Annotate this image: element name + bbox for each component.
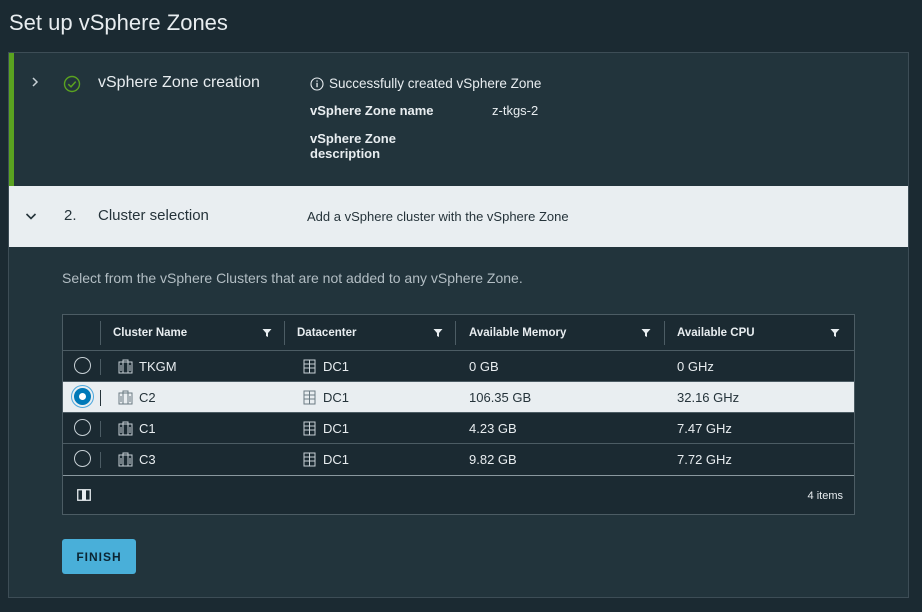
memory-cell: 0 GB	[469, 359, 499, 374]
row-separator	[100, 359, 101, 375]
row-radio[interactable]	[74, 450, 91, 467]
memory-cell: 9.82 GB	[469, 452, 517, 467]
cluster-name: C3	[139, 452, 156, 467]
cluster-cell: C2	[118, 382, 156, 413]
cpu-cell: 0 GHz	[677, 359, 714, 374]
cluster-cell: C1	[118, 413, 156, 444]
filter-icon[interactable]	[641, 328, 651, 338]
cluster-icon	[118, 421, 133, 436]
cluster-cell: TKGM	[118, 351, 177, 382]
row-radio[interactable]	[74, 357, 91, 374]
grid-header: Cluster Name Datacenter Available Memory…	[63, 315, 854, 351]
status-text: Successfully created vSphere Zone	[329, 76, 542, 91]
cluster-name: C2	[139, 390, 156, 405]
chevron-right-icon[interactable]	[30, 77, 40, 87]
instructions-text: Select from the vSphere Clusters that ar…	[62, 270, 523, 286]
wizard: vSphere Zone creation Successfully creat…	[8, 52, 909, 598]
table-row[interactable]: C1 DC1 4.23 GB 7.47 GHz	[63, 413, 854, 444]
datacenter-icon	[303, 359, 316, 374]
row-radio[interactable]	[74, 388, 91, 405]
grid-footer: 4 items	[63, 475, 854, 514]
column-separator	[100, 321, 101, 345]
datacenter-cell: DC1	[302, 351, 349, 382]
column-header-datacenter[interactable]: Datacenter	[297, 315, 356, 350]
filter-icon[interactable]	[433, 328, 443, 338]
datacenter-cell: DC1	[302, 413, 349, 444]
table-row[interactable]: TKGM DC1 0 GB 0 GHz	[63, 351, 854, 382]
step-zone-creation[interactable]: vSphere Zone creation Successfully creat…	[9, 53, 908, 186]
step1-title: vSphere Zone creation	[98, 74, 260, 91]
cluster-icon	[118, 359, 133, 374]
cluster-icon	[118, 452, 133, 467]
step-cluster-selection[interactable]: 2. Cluster selection Add a vSphere clust…	[9, 186, 908, 247]
datacenter-name: DC1	[323, 359, 350, 374]
row-separator	[100, 421, 101, 437]
item-count: 4 items	[807, 490, 843, 502]
datacenter-name: DC1	[323, 452, 350, 467]
cluster-icon	[118, 390, 133, 405]
datacenter-name: DC1	[323, 390, 350, 405]
memory-cell: 4.23 GB	[469, 421, 517, 436]
info-icon	[310, 76, 324, 91]
check-circle-icon	[63, 75, 81, 93]
cluster-name: TKGM	[139, 359, 177, 374]
zone-description-label: vSphere Zone description	[310, 131, 396, 161]
column-separator[interactable]	[284, 321, 285, 345]
step2-number: 2.	[64, 207, 77, 224]
page-title: Set up vSphere Zones	[9, 10, 228, 35]
row-separator	[100, 390, 101, 406]
cpu-cell: 32.16 GHz	[677, 390, 740, 405]
zone-description-label-line1: vSphere Zone	[310, 131, 396, 146]
row-separator	[100, 452, 101, 468]
zone-name-label: vSphere Zone name	[310, 103, 434, 118]
step2-description: Add a vSphere cluster with the vSphere Z…	[307, 209, 569, 224]
column-separator[interactable]	[455, 321, 456, 345]
table-row[interactable]: C3 DC1 9.82 GB 7.72 GHz	[63, 444, 854, 475]
zone-description-label-line2: description	[310, 146, 381, 161]
datacenter-icon	[303, 390, 316, 405]
filter-icon[interactable]	[262, 328, 272, 338]
datacenter-icon	[303, 452, 316, 467]
cpu-cell: 7.47 GHz	[677, 421, 732, 436]
finish-button[interactable]: FINISH	[62, 539, 136, 574]
datacenter-icon	[303, 421, 316, 436]
filter-icon[interactable]	[830, 328, 840, 338]
column-toggle-icon[interactable]	[77, 489, 91, 501]
cluster-datagrid: Cluster Name Datacenter Available Memory…	[62, 314, 855, 515]
column-header-available-memory[interactable]: Available Memory	[469, 315, 566, 350]
cpu-cell: 7.72 GHz	[677, 452, 732, 467]
cluster-cell: C3	[118, 444, 156, 475]
cluster-name: C1	[139, 421, 156, 436]
column-separator[interactable]	[664, 321, 665, 345]
status-message: Successfully created vSphere Zone	[310, 76, 541, 91]
column-header-available-cpu[interactable]: Available CPU	[677, 315, 755, 350]
row-radio[interactable]	[74, 419, 91, 436]
column-header-cluster-name[interactable]: Cluster Name	[113, 315, 187, 350]
zone-name-value: z-tkgs-2	[492, 103, 539, 118]
table-row-selected[interactable]: C2 DC1 106.35 GB 32.16 GHz	[63, 382, 854, 413]
memory-cell: 106.35 GB	[469, 390, 532, 405]
datacenter-cell: DC1	[302, 444, 349, 475]
step2-title: Cluster selection	[98, 207, 209, 224]
datacenter-name: DC1	[323, 421, 350, 436]
chevron-down-icon[interactable]	[25, 211, 37, 221]
datacenter-cell: DC1	[302, 382, 349, 413]
